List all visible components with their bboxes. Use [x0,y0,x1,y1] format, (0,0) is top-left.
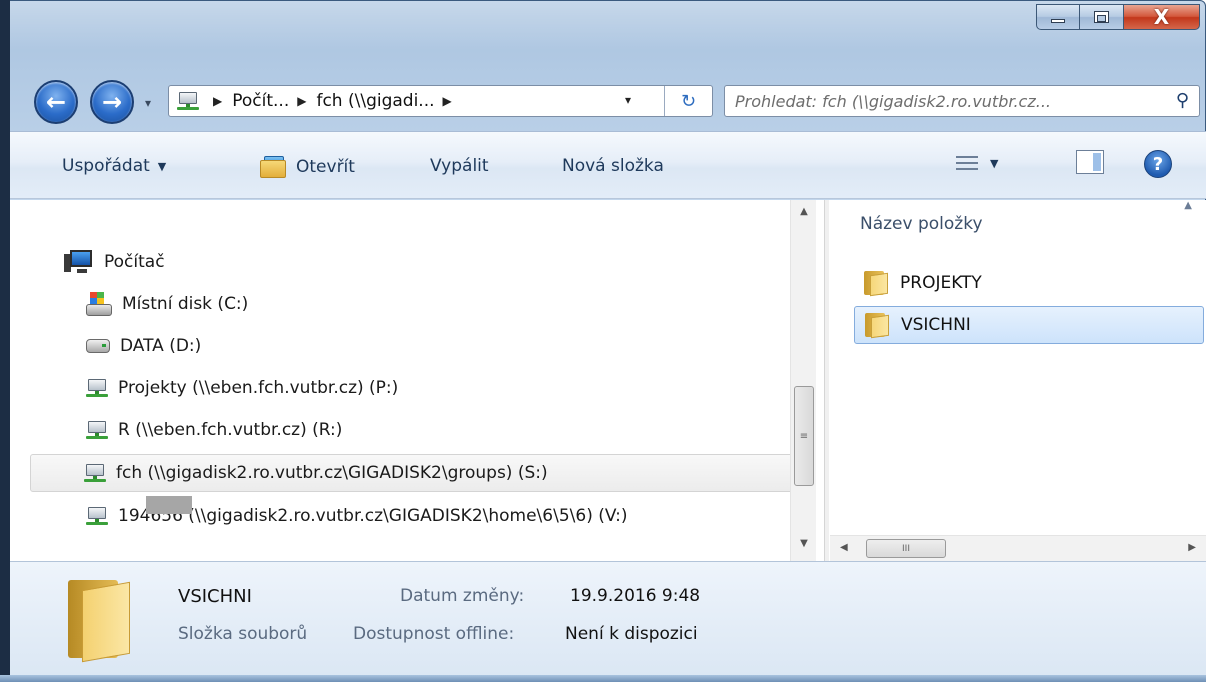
preview-pane-icon [1076,150,1104,174]
scroll-left-icon[interactable]: ◀ [840,542,848,553]
tree-item-r[interactable]: R (\\eben.fch.vutbr.cz) (R:) [86,420,342,440]
system-disk-icon [86,292,112,316]
search-box[interactable]: ⚲ [724,85,1200,117]
column-header-name[interactable]: Název položky [860,214,983,234]
chevron-down-icon[interactable]: ▼ [990,157,998,170]
preview-pane-button[interactable] [1076,150,1104,174]
folder-large-icon [68,576,134,663]
scroll-down-icon[interactable]: ▼ [791,538,817,558]
help-button[interactable]: ? [1144,150,1172,178]
search-input[interactable] [735,91,1155,111]
network-drive-icon [84,464,106,482]
network-drive-icon [86,379,108,397]
details-offline-value: Není k dispozici [565,624,698,644]
breadcrumb-separator[interactable]: ▶ [205,94,232,108]
sort-ascending-icon: ▲ [1184,200,1192,211]
scroll-up-icon[interactable]: ▲ [791,206,817,226]
details-modified-label: Datum změny: [400,586,525,606]
details-pane: VSICHNI Složka souborů Datum změny: 19.9… [10,561,1206,675]
computer-icon [64,250,94,274]
navigation-scrollbar[interactable]: ▲ ≡ ▼ [790,200,816,561]
network-drive-icon [177,92,199,110]
pane-splitter[interactable] [824,200,829,561]
maximize-button[interactable] [1080,4,1124,30]
window-left-edge [0,0,10,682]
forward-arrow-icon: → [101,88,123,116]
open-button[interactable]: Otevřít [260,156,355,178]
command-bar: Uspořádat ▼ Otevřít Vypálit Nová složka … [10,131,1206,199]
views-icon [956,154,978,172]
back-button[interactable]: ← [34,80,78,124]
breadcrumb-computer[interactable]: Počít... ▶ [232,91,316,111]
scrollbar-thumb[interactable]: ≡ [794,386,814,486]
maximize-icon [1094,11,1109,23]
details-modified-value: 19.9.2016 9:48 [570,586,701,606]
scrollbar-thumb[interactable]: III [866,539,946,558]
chevron-down-icon: ▼ [157,159,167,173]
details-item-type: Složka souborů [178,624,308,644]
forward-button[interactable]: → [90,80,134,124]
folder-item-projekty[interactable]: PROJEKTY [854,264,1204,302]
burn-button[interactable]: Vypálit [430,156,489,176]
tree-item-computer[interactable]: Počítač [64,250,165,274]
window-bottom-border [0,675,1206,682]
folder-icon [864,271,890,297]
network-drive-icon [86,507,108,525]
recent-pages-dropdown[interactable]: ▾ [145,96,151,110]
change-view-button[interactable]: ▼ [956,154,998,172]
hard-drive-icon [86,339,110,353]
tree-item-projekty-p[interactable]: Projekty (\\eben.fch.vutbr.cz) (P:) [86,378,398,398]
breadcrumb-fch[interactable]: fch (\\gigadi... ▶ [316,91,461,111]
details-item-name: VSICHNI [178,586,252,607]
tree-item-data-d[interactable]: DATA (D:) [86,336,201,356]
open-folder-icon [260,156,288,178]
minimize-button[interactable] [1036,4,1080,30]
network-drive-icon [86,421,108,439]
tree-item-fch-s[interactable]: fch (\\gigadisk2.ro.vutbr.cz\GIGADISK2\g… [30,454,814,492]
minimize-icon [1051,19,1065,23]
folder-icon [865,313,891,339]
close-button[interactable]: X [1124,4,1200,30]
tree-item-local-disk-c[interactable]: Místní disk (C:) [86,292,248,316]
address-dropdown-icon[interactable]: ▾ [625,93,631,107]
refresh-button[interactable]: ↻ [664,86,712,116]
close-icon: X [1153,5,1170,29]
content-pane[interactable]: Název položky ▲ PROJEKTY VSICHNI ◀ III ▶ [830,200,1206,561]
back-arrow-icon: ← [45,88,67,116]
search-icon[interactable]: ⚲ [1176,90,1189,111]
folder-item-vsichni[interactable]: VSICHNI [854,306,1204,344]
content-horizontal-scrollbar[interactable]: ◀ III ▶ [830,535,1206,561]
organize-button[interactable]: Uspořádat ▼ [62,156,166,176]
address-bar[interactable]: ▶ Počít... ▶ fch (\\gigadi... ▶ ▾ ↻ [168,85,713,117]
redaction-mask [146,496,192,514]
scroll-right-icon[interactable]: ▶ [1188,542,1196,553]
new-folder-button[interactable]: Nová složka [562,156,664,176]
navigation-pane[interactable]: Počítač Místní disk (C:) DATA (D:) Proje… [10,200,824,561]
caption-buttons: X [1036,4,1200,30]
details-offline-label: Dostupnost offline: [353,624,515,644]
help-icon: ? [1144,150,1172,178]
